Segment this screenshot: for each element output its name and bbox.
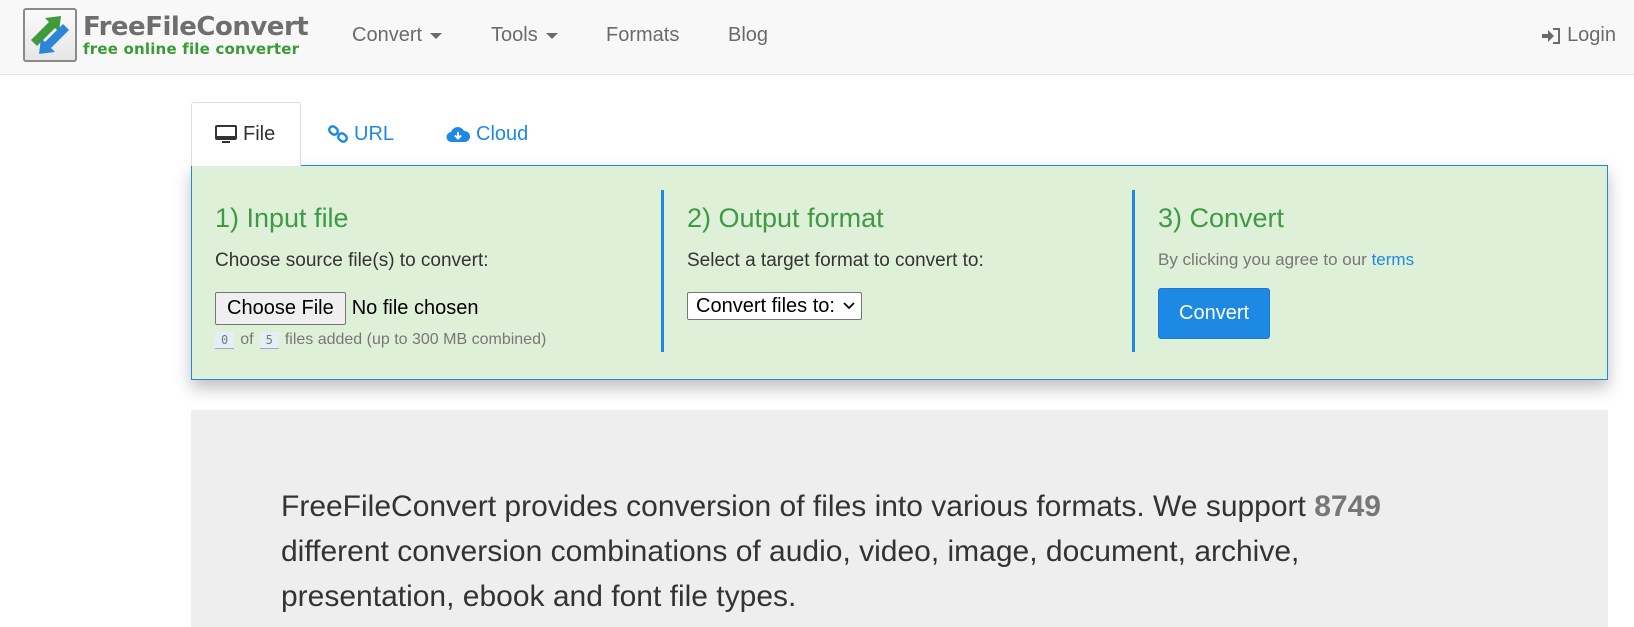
- files-added-count: 0: [215, 331, 235, 349]
- files-limit-text: files added (up to 300 MB combined): [284, 331, 547, 348]
- brand-logo[interactable]: FreeFileConvert free online file convert…: [23, 8, 309, 62]
- cloud-download-icon: [446, 127, 470, 143]
- info-text-after: different conversion combinations of aud…: [281, 535, 1300, 613]
- step-input-file: 1) Input file Choose source file(s) to c…: [192, 190, 661, 352]
- file-input[interactable]: Choose File No file chosen: [215, 292, 661, 325]
- desktop-icon: [215, 124, 237, 143]
- nav-convert-dropdown[interactable]: Convert: [352, 24, 443, 47]
- info-paragraph: FreeFileConvert provides conversion of f…: [281, 484, 1431, 619]
- sign-in-icon: [1542, 27, 1561, 44]
- files-max-count: 5: [259, 331, 279, 349]
- info-section: FreeFileConvert provides conversion of f…: [191, 410, 1608, 627]
- tab-cloud-label: Cloud: [476, 122, 529, 145]
- nav-blog-label: Blog: [728, 24, 769, 46]
- tab-file-label: File: [243, 123, 276, 145]
- step-input-description: Choose source file(s) to convert:: [215, 250, 489, 271]
- login-label: Login: [1567, 24, 1616, 46]
- nav-tools-label: Tools: [491, 24, 538, 46]
- step-output-format: 2) Output format Select a target format …: [661, 190, 1132, 352]
- converter-panel: 1) Input file Choose source file(s) to c…: [191, 165, 1608, 380]
- caret-down-icon: [430, 32, 443, 39]
- convert-button[interactable]: Convert: [1158, 288, 1271, 339]
- conversion-count: 8749: [1314, 490, 1381, 523]
- terms-notice: By clicking you agree to our terms: [1158, 250, 1602, 270]
- tab-url[interactable]: URL: [305, 102, 417, 166]
- login-link[interactable]: Login: [1542, 24, 1616, 47]
- step-convert-title: 3) Convert: [1158, 203, 1285, 233]
- top-navbar: FreeFileConvert free online file convert…: [0, 0, 1634, 75]
- tab-cloud[interactable]: Cloud: [423, 102, 551, 166]
- caret-down-icon: [545, 32, 558, 39]
- nav-formats-link[interactable]: Formats: [606, 24, 679, 47]
- terms-notice-text: By clicking you agree to our: [1158, 250, 1367, 269]
- choose-file-button[interactable]: Choose File: [215, 292, 346, 325]
- brand-title: FreeFileConvert: [83, 11, 309, 42]
- chevron-down-icon: [843, 302, 855, 310]
- tab-file[interactable]: File: [191, 102, 301, 166]
- of-label: of: [240, 331, 254, 348]
- step-output-description: Select a target format to convert to:: [687, 250, 984, 271]
- nav-tools-dropdown[interactable]: Tools: [491, 24, 558, 47]
- step-output-title: 2) Output format: [687, 203, 884, 233]
- output-format-selected: Convert files to:: [696, 294, 835, 317]
- logo-arrows-icon: [23, 8, 77, 62]
- output-format-select[interactable]: Convert files to:: [687, 292, 862, 320]
- terms-link[interactable]: terms: [1372, 250, 1415, 269]
- link-icon: [328, 125, 348, 143]
- file-status: No file chosen: [351, 297, 479, 319]
- nav-convert-label: Convert: [352, 24, 423, 46]
- nav-blog-link[interactable]: Blog: [728, 24, 768, 47]
- brand-subtitle: free online file converter: [83, 39, 300, 58]
- step-convert: 3) Convert By clicking you agree to our …: [1132, 190, 1602, 352]
- step-input-title: 1) Input file: [215, 203, 349, 233]
- files-counter: 0 of 5 files added (up to 300 MB combine…: [215, 331, 661, 349]
- tab-url-label: URL: [354, 122, 395, 145]
- nav-formats-label: Formats: [606, 24, 680, 46]
- info-text-before: FreeFileConvert provides conversion of f…: [281, 490, 1306, 523]
